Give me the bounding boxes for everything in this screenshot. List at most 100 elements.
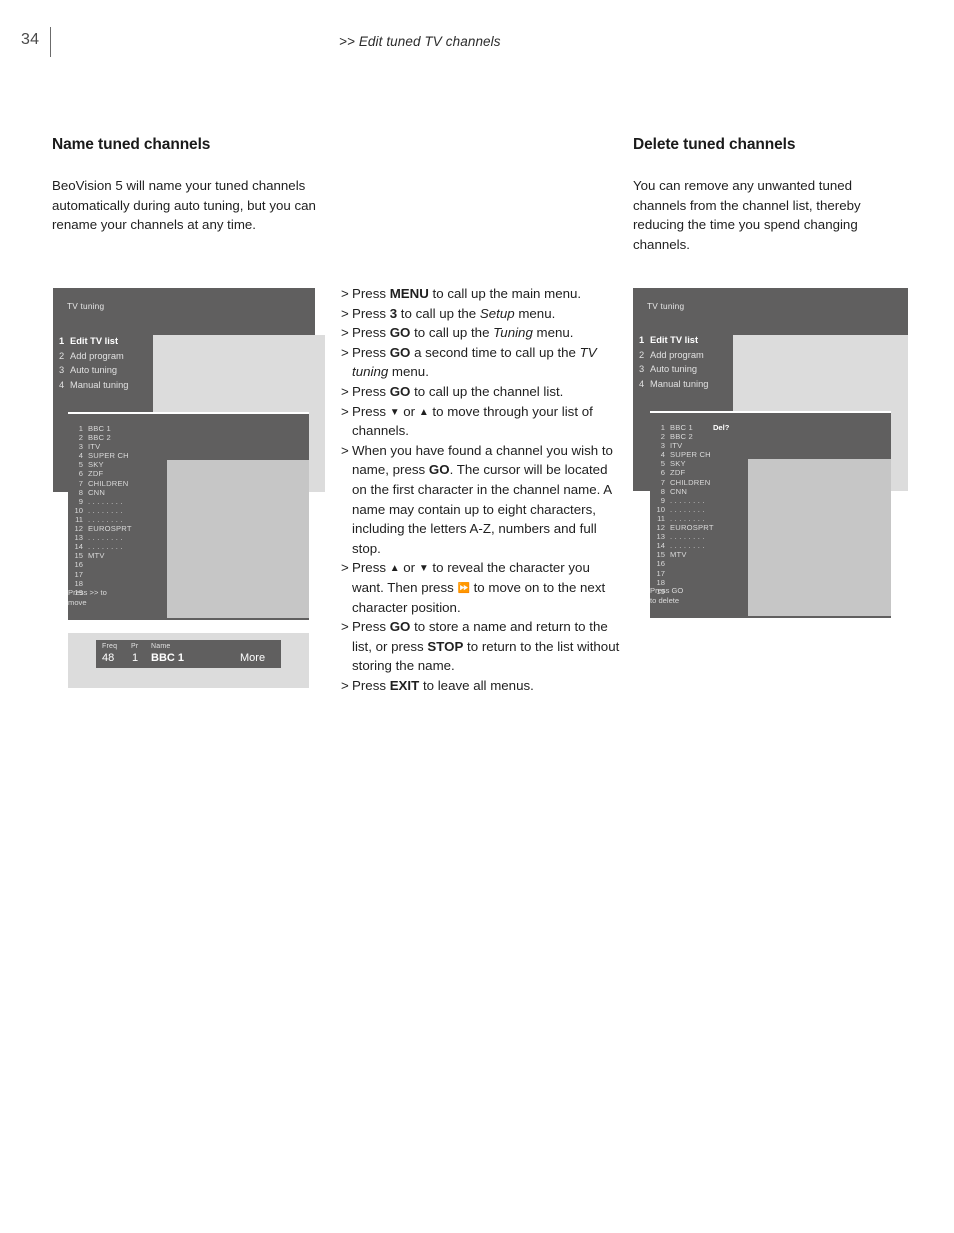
channel-number: 10 <box>74 505 83 515</box>
channel-row[interactable]: 13 . . . . . . . . <box>68 533 132 542</box>
channel-row[interactable]: 15 MTV <box>650 550 729 559</box>
channel-name: ITV <box>670 441 683 451</box>
channel-name: CHILDREN <box>670 477 711 487</box>
channel-row[interactable]: 4 SUPER CH <box>650 450 729 459</box>
channel-name: SKY <box>670 459 686 469</box>
channel-number: 6 <box>78 469 83 479</box>
channel-list-footer-naming: Press >> to move <box>68 588 107 607</box>
channel-number: 1 <box>660 423 665 432</box>
tv-menu-title: TV tuning <box>67 301 105 311</box>
channel-row[interactable]: 6 ZDF <box>68 469 132 478</box>
tv-menu-items: 1 Edit TV list 2 Add program 3 Auto tuning 4 Ma… <box>639 333 708 391</box>
channel-row[interactable]: 5 SKY <box>68 460 132 469</box>
channel-row[interactable]: 10 . . . . . . . . <box>68 506 132 515</box>
channel-row[interactable]: 5 SKY <box>650 459 729 468</box>
channel-row[interactable]: 12 EUROSPRT <box>68 524 132 533</box>
tv-menu-item-4[interactable]: 4 Manual tuning <box>59 378 128 393</box>
channel-row[interactable]: 12 EUROSPRT <box>650 523 729 532</box>
channel-row[interactable]: 16 <box>68 560 132 569</box>
name-label: Name <box>151 643 171 650</box>
channel-name: . . . . . . . . <box>670 495 705 505</box>
channel-number: 8 <box>660 486 665 496</box>
channel-row[interactable]: 18 <box>68 579 132 588</box>
step-name: > When you have found a channel you wish … <box>341 441 621 559</box>
channel-row[interactable]: 3 ITV <box>650 441 729 450</box>
channel-list-footer-deleting: Press GO to delete <box>650 586 683 605</box>
channel-row[interactable]: 11 . . . . . . . . <box>68 515 132 524</box>
channel-number: 10 <box>656 504 665 514</box>
channel-row[interactable]: 11 . . . . . . . . <box>650 514 729 523</box>
tv-menu-item-4[interactable]: 4 Manual tuning <box>639 377 708 392</box>
channel-name: . . . . . . . . <box>670 504 705 514</box>
channel-row[interactable]: 4 SUPER CH <box>68 451 132 460</box>
footer-line-2: to delete <box>650 595 680 605</box>
tv-menu-item-label: Edit TV list <box>650 335 699 345</box>
step-text: Press EXIT to leave all menus. <box>352 677 534 693</box>
channel-name: BBC 1 <box>670 423 693 432</box>
tv-menu-item-2[interactable]: 2 Add program <box>59 349 128 364</box>
step-marker: > <box>341 403 349 419</box>
step-text: Press GO a second time to call up the TV… <box>352 344 597 380</box>
step-move: > Press ▼ or ▲ to move through your list … <box>341 402 621 441</box>
channel-name: EUROSPRT <box>670 523 714 533</box>
channel-name: SUPER CH <box>670 450 711 460</box>
step-text: Press 3 to call up the Setup menu. <box>352 305 556 321</box>
step-marker: > <box>341 325 349 341</box>
channel-row[interactable]: 1 BBC 1 Del? <box>650 423 730 432</box>
tv-menu-item-1[interactable]: 1 Edit TV list <box>59 334 128 349</box>
more-button[interactable]: More <box>240 652 265 664</box>
channel-row[interactable]: 7 CHILDREN <box>650 478 729 487</box>
channel-name: . . . . . . . . <box>88 505 123 515</box>
tv-menu-item-label: Add program <box>70 350 124 361</box>
step-tvtuning: > Press GO a second time to call up the T… <box>341 343 621 382</box>
footer-line-2: move <box>68 597 87 607</box>
tv-menu-item-3[interactable]: 3 Auto tuning <box>639 362 708 377</box>
channel-number: 1 <box>78 424 83 433</box>
channel-number: 2 <box>78 433 83 443</box>
channel-row[interactable]: 7 CHILDREN <box>68 479 132 488</box>
channel-name: . . . . . . . . <box>88 542 123 552</box>
channel-row[interactable]: 8 CNN <box>650 487 729 496</box>
channel-row[interactable]: 2 BBC 2 <box>68 433 132 442</box>
tv-menu-item-number: 2 <box>59 350 65 361</box>
channel-row[interactable]: 2 BBC 2 <box>650 432 729 441</box>
channel-row[interactable]: 8 CNN <box>68 488 132 497</box>
channel-name: . . . . . . . . <box>670 532 705 542</box>
channel-name-value[interactable]: BBC 1 <box>151 652 184 664</box>
tv-preview-area-lower <box>167 460 309 618</box>
channel-row[interactable]: 15 MTV <box>68 551 132 560</box>
step-text: When you have found a channel you wish t… <box>352 442 613 556</box>
step-text: Press ▲ or ▼ to reveal the character you… <box>352 560 606 615</box>
channel-row[interactable]: 1 BBC 1 <box>68 424 132 433</box>
pr-value[interactable]: 1 <box>132 652 138 664</box>
footer-line-1: Press >> to <box>68 588 107 597</box>
freq-value[interactable]: 48 <box>102 652 114 664</box>
tv-menu-item-3[interactable]: 3 Auto tuning <box>59 363 128 378</box>
channel-row[interactable]: 17 <box>68 570 132 579</box>
left-body-text: BeoVision 5 will name your tuned channel… <box>52 178 316 233</box>
channel-row[interactable]: 14 . . . . . . . . <box>650 541 729 550</box>
step-channellist: > Press GO to call up the channel list. <box>341 382 621 402</box>
channel-number: 16 <box>74 560 83 570</box>
channel-row[interactable]: 16 <box>650 559 729 568</box>
step-marker: > <box>341 442 349 458</box>
channel-number: 7 <box>78 478 83 488</box>
tv-menu-item-number: 4 <box>639 378 645 389</box>
channel-row[interactable]: 9 . . . . . . . . <box>68 497 132 506</box>
channel-name: ZDF <box>670 468 686 478</box>
tv-menu-item-1[interactable]: 1 Edit TV list <box>639 333 708 348</box>
tv-menu-item-2[interactable]: 2 Add program <box>639 348 708 363</box>
channel-row[interactable]: 6 ZDF <box>650 468 729 477</box>
channel-number: 12 <box>656 523 665 533</box>
channel-row[interactable]: 13 . . . . . . . . <box>650 532 729 541</box>
channel-number: 13 <box>74 533 83 543</box>
channel-row[interactable]: 14 . . . . . . . . <box>68 542 132 551</box>
channel-row[interactable]: 3 ITV <box>68 442 132 451</box>
channel-row[interactable]: 10 . . . . . . . . <box>650 505 729 514</box>
channel-number: 15 <box>74 551 83 561</box>
channel-row[interactable]: 9 . . . . . . . . <box>650 496 729 505</box>
channel-row[interactable]: 17 <box>650 569 729 578</box>
channel-number: 9 <box>78 496 83 506</box>
channel-name: CHILDREN <box>88 478 129 488</box>
step-tuning: > Press GO to call up the Tuning menu. <box>341 323 621 343</box>
